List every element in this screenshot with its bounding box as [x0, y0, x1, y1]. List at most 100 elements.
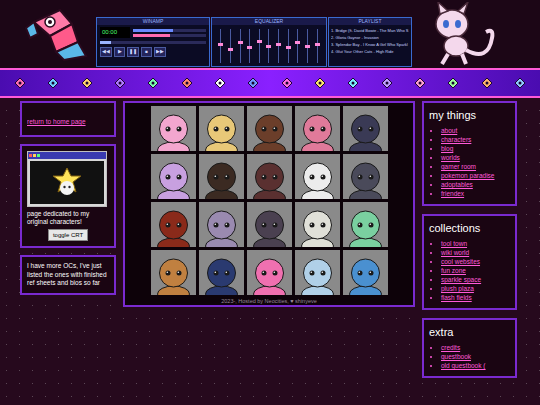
- character-icon: [199, 154, 244, 199]
- eq-slider[interactable]: [218, 29, 223, 63]
- seek-bar[interactable]: [100, 41, 206, 44]
- section-title: extra: [429, 325, 510, 339]
- character-portrait[interactable]: [343, 250, 388, 295]
- page: WINAMP00:00◀◀▶❚❚■▶▶EQUALIZERPLAYLIST1. B…: [0, 0, 540, 405]
- nav-link[interactable]: pokemon paradise: [441, 171, 510, 180]
- character-icon: [295, 202, 340, 247]
- nav-link[interactable]: fun zone: [441, 266, 510, 275]
- nav-link[interactable]: tool town: [441, 239, 510, 248]
- player-button[interactable]: ❚❚: [127, 47, 139, 57]
- character-portrait[interactable]: [199, 250, 244, 295]
- nav-link[interactable]: about: [441, 126, 510, 135]
- playlist-track[interactable]: 3. Splendor Bay - I Know A Girl Who Spar…: [331, 41, 409, 48]
- player-button[interactable]: ■: [141, 47, 152, 57]
- media-player: WINAMP00:00◀◀▶❚❚■▶▶EQUALIZERPLAYLIST1. B…: [96, 17, 412, 67]
- sprite-icon: [281, 77, 293, 89]
- left-column: return to home page page dedicated to my …: [20, 101, 116, 405]
- return-box: return to home page: [20, 101, 116, 137]
- playlist-window: PLAYLIST 1. Bridge (ft. David Bowie - The…: [328, 17, 412, 67]
- character-icon: [247, 250, 292, 295]
- porygon-icon: [20, 2, 96, 64]
- character-portrait[interactable]: [343, 106, 388, 151]
- character-icon: [295, 154, 340, 199]
- character-portrait[interactable]: [199, 154, 244, 199]
- balance-slider[interactable]: [133, 34, 206, 37]
- eq-slider[interactable]: [257, 29, 262, 63]
- nav-link[interactable]: gamer room: [441, 162, 510, 171]
- volume-slider[interactable]: [133, 29, 206, 32]
- footer-text: 2023-, Hosted by Neocities, ♥ shinyeve: [221, 297, 317, 305]
- character-portrait[interactable]: [151, 250, 196, 295]
- nav-link[interactable]: wiki world: [441, 248, 510, 257]
- character-icon: [247, 106, 292, 151]
- character-portrait[interactable]: [151, 154, 196, 199]
- character-icon: [151, 154, 196, 199]
- eq-slider[interactable]: [295, 29, 300, 63]
- character-icon: [199, 106, 244, 151]
- equalizer-window: EQUALIZER: [211, 17, 327, 67]
- nav-link[interactable]: flash fields: [441, 293, 510, 302]
- eq-slider[interactable]: [315, 29, 320, 63]
- character-portrait[interactable]: [199, 106, 244, 151]
- character-icon: [151, 202, 196, 247]
- nav-link[interactable]: old guestbook (: [441, 361, 510, 370]
- sprite-icon: [181, 77, 193, 89]
- playlist-track[interactable]: 4. Glut Your Other Cats - High Ride: [331, 48, 409, 55]
- section-title: my things: [429, 108, 510, 122]
- character-portrait[interactable]: [343, 154, 388, 199]
- nav-link[interactable]: friendex: [441, 189, 510, 198]
- return-link[interactable]: return to home page: [27, 118, 86, 125]
- character-portrait[interactable]: [151, 202, 196, 247]
- character-portrait[interactable]: [247, 202, 292, 247]
- player-button[interactable]: ▶: [114, 47, 125, 57]
- main: return to home page page dedicated to my …: [0, 98, 540, 405]
- character-icon: [247, 154, 292, 199]
- character-portrait[interactable]: [295, 106, 340, 151]
- character-portrait[interactable]: [247, 154, 292, 199]
- character-portrait[interactable]: [295, 250, 340, 295]
- nav-link[interactable]: sparkle space: [441, 275, 510, 284]
- eq-slider[interactable]: [276, 29, 281, 63]
- character-portrait[interactable]: [295, 154, 340, 199]
- eq-slider[interactable]: [247, 29, 252, 63]
- nav-link[interactable]: cool websites: [441, 257, 510, 266]
- playlist-track[interactable]: 2. Gloria Gaynor - Invasion: [331, 34, 409, 41]
- nav-link[interactable]: adoptables: [441, 180, 510, 189]
- mew-icon: [412, 2, 502, 68]
- character-portrait[interactable]: [295, 202, 340, 247]
- nav-link[interactable]: credits: [441, 343, 510, 352]
- note-text: I have more OCs, I've just listed the on…: [27, 262, 109, 288]
- nav-link[interactable]: worlds: [441, 153, 510, 162]
- nav-link[interactable]: plush plaza: [441, 284, 510, 293]
- nav-link[interactable]: blog: [441, 144, 510, 153]
- sprite-icon: [381, 77, 393, 89]
- character-icon: [343, 202, 388, 247]
- player-title: WINAMP: [97, 18, 209, 25]
- nav-link[interactable]: characters: [441, 135, 510, 144]
- portrait-grid: [151, 106, 388, 295]
- player-button[interactable]: ◀◀: [100, 47, 112, 57]
- character-portrait[interactable]: [247, 106, 292, 151]
- character-icon: [295, 106, 340, 151]
- sprite-icon: [247, 77, 259, 89]
- character-portrait[interactable]: [343, 202, 388, 247]
- note-box: I have more OCs, I've just listed the on…: [20, 255, 116, 295]
- character-icon: [151, 106, 196, 151]
- character-portrait[interactable]: [199, 202, 244, 247]
- character-icon: [343, 154, 388, 199]
- character-portrait[interactable]: [151, 106, 196, 151]
- nav-link[interactable]: guestbook: [441, 352, 510, 361]
- eq-slider[interactable]: [305, 29, 310, 63]
- toggle-crt-button[interactable]: toggle CRT: [48, 229, 88, 241]
- character-portrait[interactable]: [247, 250, 292, 295]
- sprite-icon: [314, 77, 326, 89]
- eq-slider[interactable]: [266, 29, 271, 63]
- eq-slider[interactable]: [286, 29, 291, 63]
- player-button[interactable]: ▶▶: [154, 47, 166, 57]
- eq-slider[interactable]: [228, 29, 233, 63]
- sprite-icon: [147, 77, 159, 89]
- crt-caption: page dedicated to my original characters…: [27, 210, 109, 226]
- playlist-title: PLAYLIST: [329, 18, 411, 25]
- playlist-track[interactable]: 1. Bridge (ft. David Bowie - The Man Who…: [331, 27, 409, 34]
- eq-slider[interactable]: [238, 29, 243, 63]
